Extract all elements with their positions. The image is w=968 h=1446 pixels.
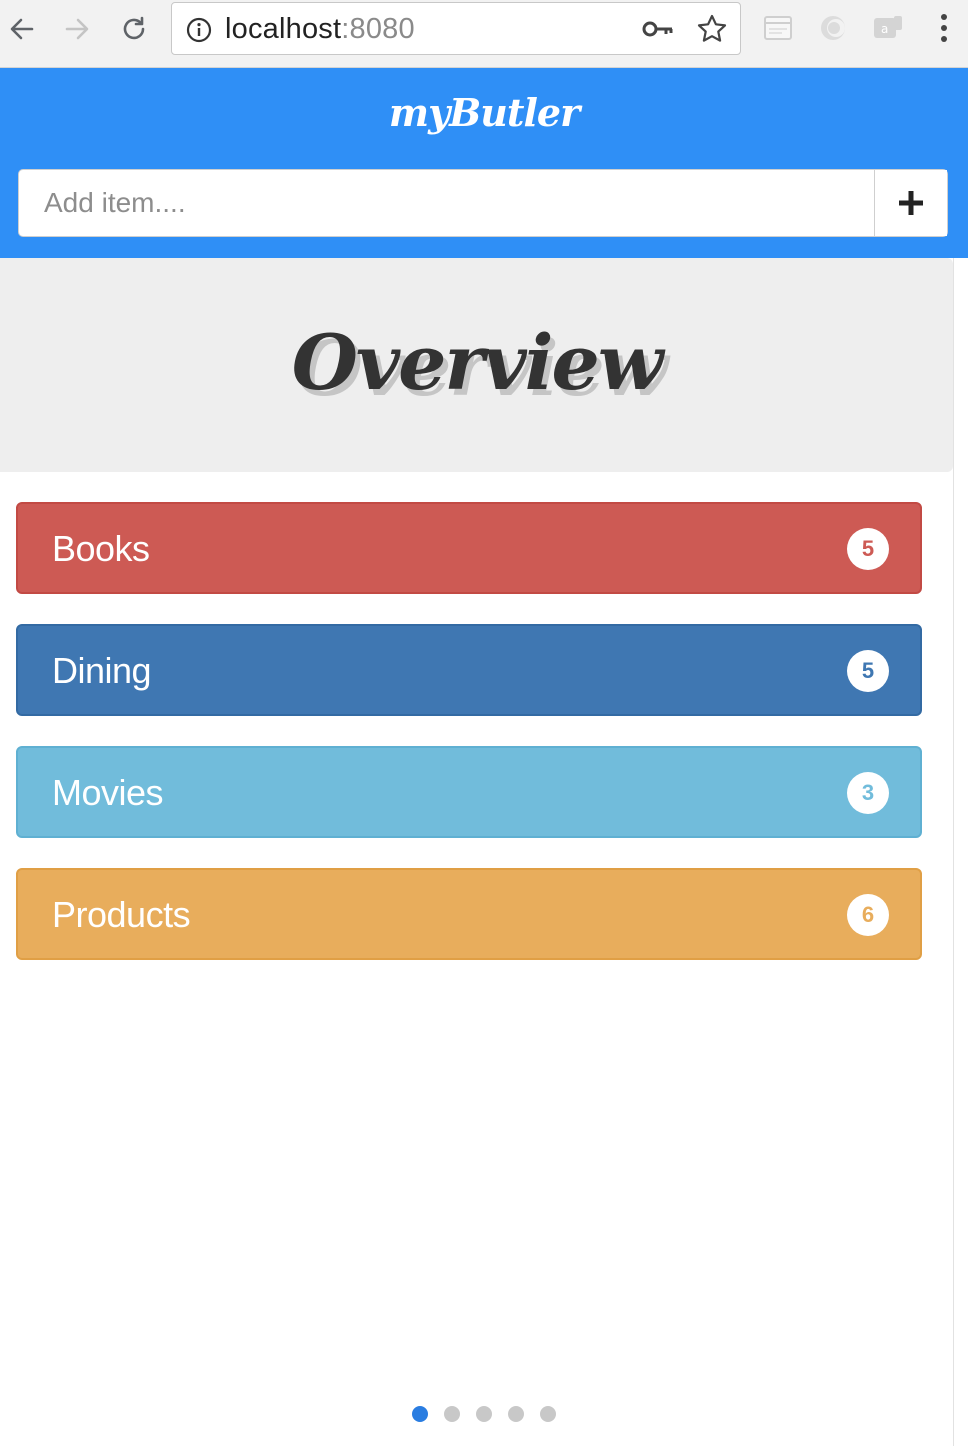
browser-toolbar: localhost:8080 a <box>0 0 968 68</box>
svg-text:a: a <box>881 22 888 36</box>
page-title: Overview <box>291 318 664 407</box>
page-dot[interactable] <box>476 1406 492 1422</box>
add-item-input[interactable] <box>19 170 874 236</box>
brand-logo[interactable]: myButler <box>0 90 968 135</box>
category-item-products[interactable]: Products 6 <box>16 868 922 960</box>
back-button[interactable] <box>5 12 39 46</box>
category-list: Books 5 Dining 5 Movies 3 Products 6 <box>16 502 922 990</box>
forward-button[interactable] <box>60 12 94 46</box>
category-label: Books <box>52 528 150 569</box>
extension-badge-icon[interactable]: a <box>872 12 904 44</box>
key-icon[interactable] <box>642 15 674 43</box>
count-badge: 5 <box>847 650 889 692</box>
arrow-right-icon <box>65 18 89 40</box>
extension-circle-icon[interactable] <box>817 12 849 44</box>
scroll-edge-divider <box>953 258 954 1446</box>
page-dot[interactable] <box>508 1406 524 1422</box>
info-icon[interactable] <box>186 17 212 43</box>
overview-banner: Overview <box>0 258 953 472</box>
page-dot[interactable] <box>412 1406 428 1422</box>
page-indicator <box>0 1406 968 1422</box>
count-badge: 6 <box>847 894 889 936</box>
extension-doc-icon[interactable] <box>762 12 794 44</box>
category-item-books[interactable]: Books 5 <box>16 502 922 594</box>
category-label: Movies <box>52 772 164 813</box>
category-label: Dining <box>52 650 152 691</box>
reload-button[interactable] <box>117 12 151 46</box>
arrow-left-icon <box>10 18 34 40</box>
kebab-menu-icon[interactable] <box>934 12 954 46</box>
reload-icon <box>123 16 145 40</box>
category-item-movies[interactable]: Movies 3 <box>16 746 922 838</box>
category-item-dining[interactable]: Dining 5 <box>16 624 922 716</box>
page-dot[interactable] <box>540 1406 556 1422</box>
url-text[interactable]: localhost:8080 <box>225 13 415 46</box>
page-dot[interactable] <box>444 1406 460 1422</box>
star-icon[interactable] <box>696 13 728 45</box>
address-bar[interactable]: localhost:8080 <box>171 2 741 55</box>
app-header: myButler <box>0 68 968 258</box>
add-item-form <box>18 169 948 237</box>
count-badge: 3 <box>847 772 889 814</box>
add-item-button[interactable] <box>874 170 947 236</box>
count-badge: 5 <box>847 528 889 570</box>
plus-icon <box>899 191 923 215</box>
category-label: Products <box>52 894 191 935</box>
